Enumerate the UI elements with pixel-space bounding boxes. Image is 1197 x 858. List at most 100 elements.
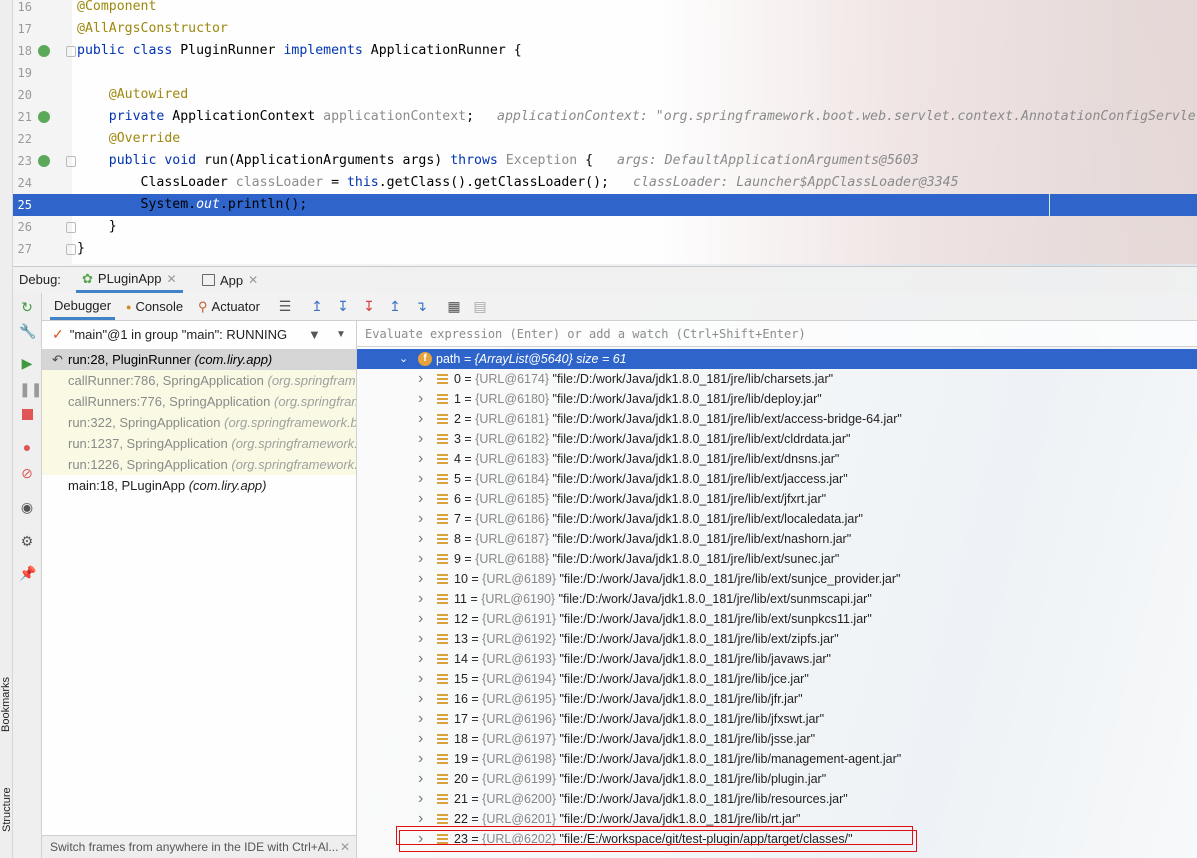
close-icon[interactable]: ✕ (340, 836, 350, 858)
path-item-row[interactable]: › 9 = {URL@6188} "file:/D:/work/Java/jdk1… (357, 549, 1197, 569)
settings-icon[interactable]: ⚙ (19, 533, 35, 549)
chevron-right-icon[interactable]: › (418, 569, 423, 589)
code-line-22[interactable]: 22 @Override (12, 128, 1197, 150)
chevron-right-icon[interactable]: › (418, 489, 423, 509)
close-icon[interactable]: ✕ (167, 272, 177, 286)
stack-frame[interactable]: run:1226, SpringApplication (org.springf… (42, 454, 356, 475)
stack-frame[interactable]: ↶ run:28, PluginRunner (com.liry.app) (42, 349, 356, 370)
code-line-21[interactable]: 21 private ApplicationContext applicatio… (12, 106, 1197, 128)
path-item-row[interactable]: › 15 = {URL@6194} "file:/D:/work/Java/jdk… (357, 669, 1197, 689)
path-item-row[interactable]: › 8 = {URL@6187} "file:/D:/work/Java/jdk1… (357, 529, 1197, 549)
run-to-cursor-icon[interactable]: ↴ (413, 298, 429, 314)
filter-icon[interactable]: ▼ (308, 327, 321, 342)
evaluate-expression-input[interactable]: Evaluate expression (Enter) or add a wat… (357, 321, 1197, 347)
path-item-row[interactable]: › 6 = {URL@6185} "file:/D:/work/Java/jdk1… (357, 489, 1197, 509)
chevron-right-icon[interactable]: › (418, 669, 423, 689)
path-item-row[interactable]: › 17 = {URL@6196} "file:/D:/work/Java/jdk… (357, 709, 1197, 729)
chevron-right-icon[interactable]: › (418, 749, 423, 769)
code-line-23[interactable]: 23 public void run(ApplicationArguments … (12, 150, 1197, 172)
path-item-row[interactable]: › 11 = {URL@6190} "file:/D:/work/Java/jdk… (357, 589, 1197, 609)
fold-icon[interactable] (66, 156, 76, 167)
line-number[interactable]: 25 (12, 194, 32, 216)
fold-icon[interactable] (66, 46, 76, 57)
step-into-icon[interactable]: ↧ (335, 298, 351, 314)
stack-frame[interactable]: main:18, PLuginApp (com.liry.app) (42, 475, 356, 496)
path-item-row[interactable]: › 13 = {URL@6192} "file:/D:/work/Java/jdk… (357, 629, 1197, 649)
tab-actuator[interactable]: ⚲ Actuator (194, 293, 264, 320)
chevron-right-icon[interactable]: › (418, 529, 423, 549)
chevron-right-icon[interactable]: › (418, 709, 423, 729)
line-number[interactable]: 23 (12, 150, 32, 172)
chevron-right-icon[interactable]: › (418, 589, 423, 609)
tab-console[interactable]: ● Console (122, 293, 187, 320)
structure-side-tab[interactable]: Structure (1, 780, 13, 832)
code-line-17[interactable]: 17 @AllArgsConstructor (12, 18, 1197, 40)
tab-app[interactable]: App ✕ (196, 267, 264, 293)
code-line-25[interactable]: 25 System.out.println(); (12, 194, 1197, 216)
fold-icon[interactable] (66, 222, 76, 233)
close-icon[interactable]: ✕ (248, 273, 258, 287)
path-item-row[interactable]: › 4 = {URL@6183} "file:/D:/work/Java/jdk1… (357, 449, 1197, 469)
path-item-row[interactable]: › 20 = {URL@6199} "file:/D:/work/Java/jdk… (357, 769, 1197, 789)
path-item-row[interactable]: › 16 = {URL@6195} "file:/D:/work/Java/jdk… (357, 689, 1197, 709)
resume-icon[interactable]: ▶ (19, 355, 35, 371)
stack-frame[interactable]: run:322, SpringApplication (org.springfr… (42, 412, 356, 433)
show-execution-point-icon[interactable]: ↥ (309, 298, 325, 314)
code-editor[interactable]: 16 @Component 17 @AllArgsConstructor 18 publi… (0, 0, 1197, 264)
step-out-icon[interactable]: ↥ (387, 298, 403, 314)
path-item-row[interactable]: › 5 = {URL@6184} "file:/D:/work/Java/jdk1… (357, 469, 1197, 489)
path-item-row[interactable]: › 1 = {URL@6180} "file:/D:/work/Java/jdk1… (357, 389, 1197, 409)
chevron-right-icon[interactable]: › (418, 429, 423, 449)
code-line-19[interactable]: 19 (12, 62, 1197, 84)
thread-selector[interactable]: ✓ "main"@1 in group "main": RUNNING ▼ ▼ (42, 321, 356, 347)
evaluate-expression-icon[interactable]: ▦ (446, 298, 462, 314)
variable-path-row[interactable]: ⌄ f path = {ArrayList@5640} size = 61 (357, 349, 1197, 369)
view-breakpoints-icon[interactable]: ● (19, 439, 35, 455)
code-line-24[interactable]: 24 ClassLoader classLoader = this.getCla… (12, 172, 1197, 194)
chevron-right-icon[interactable]: › (418, 449, 423, 469)
tab-debugger[interactable]: Debugger (50, 293, 116, 320)
path-item-row[interactable]: › 21 = {URL@6200} "file:/D:/work/Java/jdk… (357, 789, 1197, 809)
line-number[interactable]: 17 (12, 18, 32, 40)
path-item-row[interactable]: › 14 = {URL@6193} "file:/D:/work/Java/jdk… (357, 649, 1197, 669)
code-line-18[interactable]: 18 public class PluginRunner implements A… (12, 40, 1197, 62)
path-item-row[interactable]: › 12 = {URL@6191} "file:/D:/work/Java/jdk… (357, 609, 1197, 629)
path-item-row[interactable]: › 10 = {URL@6189} "file:/D:/work/Java/jdk… (357, 569, 1197, 589)
chevron-right-icon[interactable]: › (418, 409, 423, 429)
force-step-into-icon[interactable]: ↧ (361, 298, 377, 314)
bookmarks-side-tab[interactable]: Bookmarks (0, 677, 12, 732)
line-number[interactable]: 18 (12, 40, 32, 62)
stop-icon[interactable] (19, 407, 35, 423)
chevron-right-icon[interactable]: › (418, 789, 423, 809)
code-line-20[interactable]: 20 @Autowired (12, 84, 1197, 106)
camera-icon[interactable]: ◉ (19, 499, 35, 515)
line-number[interactable]: 20 (12, 84, 32, 106)
chevron-down-icon[interactable]: ▼ (336, 329, 346, 340)
trace-icon[interactable]: ▤ (472, 298, 488, 314)
chevron-right-icon[interactable]: › (418, 769, 423, 789)
mute-breakpoints-icon[interactable]: ⊘ (19, 465, 35, 481)
chevron-right-icon[interactable]: › (418, 629, 423, 649)
override-marker-icon[interactable] (38, 155, 50, 167)
rerun-icon[interactable]: ↻ (19, 299, 35, 315)
line-number[interactable]: 24 (12, 172, 32, 194)
wrench-icon[interactable]: 🔧 (19, 323, 36, 339)
chevron-down-icon[interactable]: ⌄ (399, 349, 408, 369)
spring-bean-icon[interactable] (38, 45, 50, 57)
tab-pluginapp[interactable]: ✿ PLuginApp ✕ (76, 267, 183, 293)
path-item-row[interactable]: › 0 = {URL@6174} "file:/D:/work/Java/jdk1… (357, 369, 1197, 389)
code-line-16[interactable]: 16 @Component (12, 0, 1197, 18)
chevron-right-icon[interactable]: › (418, 729, 423, 749)
stack-frame[interactable]: run:1237, SpringApplication (org.springf… (42, 433, 356, 454)
path-item-row[interactable]: › 7 = {URL@6186} "file:/D:/work/Java/jdk1… (357, 509, 1197, 529)
line-number[interactable]: 19 (12, 62, 32, 84)
chevron-right-icon[interactable]: › (418, 509, 423, 529)
stack-frame[interactable]: callRunner:786, SpringApplication (org.s… (42, 370, 356, 391)
pause-icon[interactable]: ❚❚ (19, 381, 42, 397)
code-line-26[interactable]: 26 } (12, 216, 1197, 238)
spring-bean-icon[interactable] (38, 111, 50, 123)
chevron-right-icon[interactable]: › (418, 649, 423, 669)
line-number[interactable]: 16 (12, 0, 32, 18)
line-number[interactable]: 22 (12, 128, 32, 150)
code-line-27[interactable]: 27} (12, 238, 1197, 260)
